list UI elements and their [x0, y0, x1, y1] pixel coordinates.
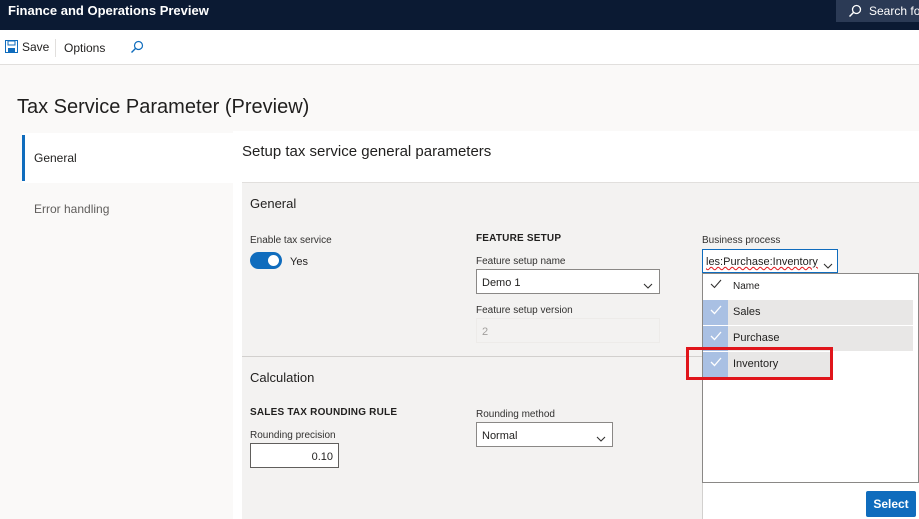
list-item-sales[interactable]: Sales [703, 300, 913, 325]
page-title: Tax Service Parameter (Preview) [17, 96, 310, 118]
rounding-method-value: Normal [482, 430, 518, 442]
column-header-name: Name [733, 281, 760, 292]
section-divider [242, 356, 702, 357]
check-all-icon[interactable] [710, 274, 722, 299]
feature-version-value: 2 [482, 326, 489, 338]
search-icon [848, 3, 862, 25]
rounding-precision-value: 0.10 [311, 451, 333, 463]
nav-item-general[interactable]: General [22, 133, 233, 183]
rounding-method-label: Rounding method [476, 409, 555, 420]
app-title: Finance and Operations Preview [8, 3, 209, 18]
card-heading: Setup tax service general parameters [242, 143, 492, 160]
feature-name-value: Demo 1 [482, 277, 521, 289]
checkmark-icon[interactable] [703, 300, 728, 325]
save-icon [5, 40, 18, 58]
enable-tax-label: Enable tax service [250, 235, 332, 246]
nav-item-label: Error handling [34, 202, 110, 216]
feature-setup-caption: FEATURE SETUP [476, 233, 562, 244]
select-button[interactable]: Select [866, 491, 916, 517]
nav-item-error-handling[interactable]: Error handling [22, 184, 233, 234]
business-process-label: Business process [702, 235, 781, 246]
action-separator [55, 39, 56, 57]
feature-name-label: Feature setup name [476, 256, 566, 267]
rounding-method-select[interactable]: Normal [476, 422, 613, 447]
find-icon[interactable] [130, 40, 144, 59]
search-label: Search fo [869, 4, 919, 18]
business-process-value: les:Purchase:Inventory [706, 256, 818, 268]
rounding-precision-label: Rounding precision [250, 430, 336, 441]
enable-tax-toggle[interactable] [250, 252, 282, 269]
chevron-down-icon [643, 277, 653, 295]
global-search[interactable]: Search fo [836, 0, 919, 22]
highlight-box [686, 347, 833, 380]
toggle-knob [268, 255, 279, 266]
nav-item-label: General [34, 151, 77, 165]
feature-name-select[interactable]: Demo 1 [476, 269, 660, 294]
feature-version-field: 2 [476, 318, 660, 343]
enable-tax-value: Yes [290, 256, 308, 268]
rounding-precision-input[interactable]: 0.10 [250, 443, 339, 468]
business-process-select[interactable]: les:Purchase:Inventory [702, 249, 838, 273]
list-header[interactable]: Name [703, 274, 913, 299]
chevron-down-icon [596, 430, 606, 448]
options-button[interactable]: Options [64, 40, 105, 56]
feature-version-label: Feature setup version [476, 305, 573, 316]
rounding-rule-caption: SALES TAX ROUNDING RULE [250, 407, 398, 418]
calculation-title: Calculation [250, 370, 315, 385]
save-label: Save [22, 40, 50, 54]
active-indicator [22, 135, 25, 181]
general-title: General [250, 196, 297, 211]
option-label: Sales [733, 306, 761, 318]
